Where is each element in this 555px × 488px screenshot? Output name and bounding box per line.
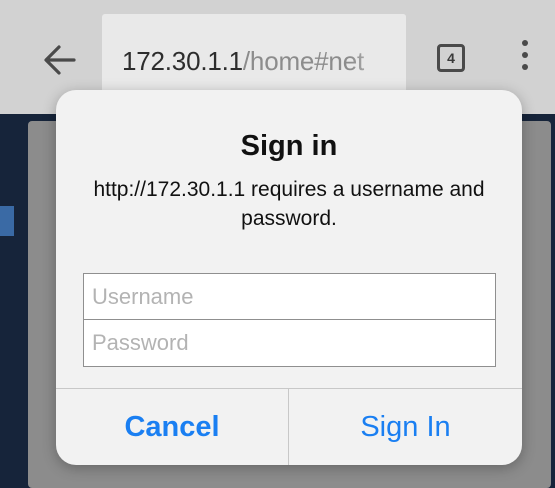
tab-switcher-icon[interactable]: 4 [437, 44, 465, 72]
address-bar[interactable]: 172.30.1.1/home#net [102, 14, 406, 102]
sign-in-dialog: Sign in http://172.30.1.1 requires a use… [56, 90, 522, 465]
vertical-dots-menu-icon[interactable] [519, 40, 531, 76]
back-button[interactable] [36, 36, 84, 84]
url-path: /home#net [242, 46, 364, 76]
url-fade [350, 14, 406, 102]
password-input[interactable] [84, 320, 495, 366]
menu-dot [522, 40, 528, 46]
tab-count: 4 [447, 50, 455, 66]
credential-fields [83, 273, 496, 367]
dialog-title: Sign in [240, 130, 338, 162]
url-text: 172.30.1.1/home#net [122, 46, 364, 76]
username-input[interactable] [84, 274, 495, 320]
menu-dot [522, 64, 528, 70]
sign-in-button[interactable]: Sign In [289, 389, 522, 465]
url-host: 172.30.1.1 [122, 46, 243, 76]
dialog-message: http://172.30.1.1 requires a username an… [93, 178, 485, 230]
cancel-button[interactable]: Cancel [56, 389, 288, 465]
menu-dot [522, 52, 528, 58]
arrow-left-icon [44, 45, 76, 75]
dialog-button-row: Cancel Sign In [56, 388, 522, 465]
page-accent-strip [0, 206, 14, 236]
